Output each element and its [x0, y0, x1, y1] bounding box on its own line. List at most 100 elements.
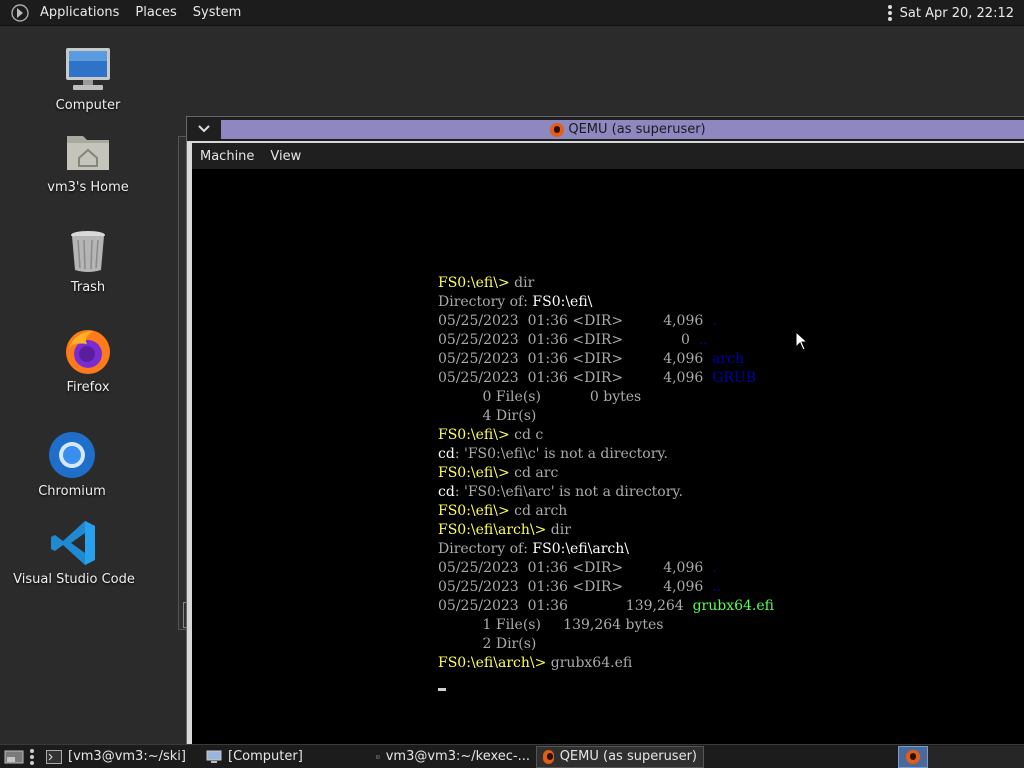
title-strip[interactable]: QEMU (as superuser) [221, 120, 1024, 139]
system-menu[interactable]: System [185, 0, 249, 26]
view-menu[interactable]: View [262, 149, 309, 164]
panel-menu-icon[interactable] [887, 5, 892, 21]
console-segment: .. [698, 332, 708, 348]
console-line: FS0:\efi\> cd c [438, 426, 774, 445]
places-menu[interactable]: Places [127, 0, 184, 26]
desktop-icon-firefox[interactable]: Firefox [28, 326, 148, 395]
taskbar-task-computer[interactable]: [Computer] [200, 746, 370, 768]
qemu-menubar: Machine View [192, 143, 1024, 169]
console-segment: 2 Dir(s) [438, 636, 537, 652]
mouse-pointer-icon [795, 331, 809, 351]
console-segment: FS0:\efi\ [532, 294, 593, 310]
vm-display[interactable]: FS0:\efi\> dir Directory of: FS0:\efi\ 05/… [192, 169, 1024, 747]
vscode-icon [49, 518, 99, 568]
firefox-icon [63, 326, 113, 376]
trash-icon [63, 226, 113, 276]
terminal-icon [376, 754, 380, 759]
console-segment: 05/25/2023 01:36 <DIR> 0 [438, 332, 699, 348]
console-line: cd: 'FS0:\efi\c' is not a directory. [438, 445, 774, 464]
console-segment: 0 File(s) 0 bytes [438, 389, 642, 405]
computer-icon [206, 750, 222, 763]
console-segment: 05/25/2023 01:36 <DIR> 4,096 [438, 560, 713, 576]
desktop-icon-label: vm3's Home [47, 180, 129, 195]
desktop-icon-label: Chromium [38, 484, 106, 499]
desktop-icon-trash[interactable]: Trash [28, 226, 148, 295]
console-line: 05/25/2023 01:36 <DIR> 4,096 GRUB [438, 369, 774, 388]
console-line: Directory of: FS0:\efi\arch\ [438, 540, 774, 559]
taskbar-task-terminal-ski[interactable]: [vm3@vm3:~/ski] [40, 746, 200, 768]
console-segment: FS0:\efi\arch\> [438, 522, 551, 538]
console-segment: : 'FS0:\efi\c' is not a directory. [454, 446, 668, 462]
applications-menu[interactable]: Applications [32, 0, 127, 26]
home-folder-icon [63, 126, 113, 176]
taskbar-task-qemu[interactable]: QEMU (as superuser) [536, 745, 704, 768]
taskbar-task-terminal-kexec[interactable]: vm3@vm3:~/kexec-... [370, 746, 536, 768]
desktop-icon-home[interactable]: vm3's Home [28, 126, 148, 195]
qemu-icon [543, 749, 554, 764]
console-segment: .. [712, 579, 722, 595]
taskbar-task-label: [Computer] [228, 749, 303, 764]
console-segment: grubx64.efi [692, 598, 775, 614]
desktop-icon-label: Firefox [66, 380, 110, 395]
console-line: FS0:\efi\> cd arch [438, 502, 774, 521]
console-line: cd: 'FS0:\efi\arc' is not a directory. [438, 483, 774, 502]
desktop-icon-vscode[interactable]: Visual Studio Code [13, 518, 135, 587]
console-line: 05/25/2023 01:36 <DIR> 4,096 .. [438, 578, 774, 597]
console-segment: Directory of: [438, 541, 533, 557]
text-cursor [438, 688, 446, 691]
desktop-icon-label: Visual Studio Code [13, 572, 135, 587]
taskbar-task-label: [vm3@vm3:~/ski] [68, 749, 186, 764]
taskbar-handle-icon[interactable] [30, 748, 36, 765]
console-segment: 05/25/2023 01:36 <DIR> 4,096 [438, 370, 713, 386]
qemu-icon [906, 750, 920, 764]
workspace-switcher-1[interactable] [898, 746, 928, 768]
console-line: 05/25/2023 01:36 <DIR> 0 .. [438, 331, 774, 350]
desktop-icon-label: Computer [55, 98, 121, 113]
console-segment: cd arc [514, 465, 559, 481]
console-segment: cd arch [514, 503, 568, 519]
console-segment: FS0:\efi\> [438, 465, 515, 481]
top-panel: Applications Places System Sat Apr 20, 2… [0, 0, 1024, 26]
console-segment: : 'FS0:\efi\arc' is not a directory. [454, 484, 683, 500]
console-segment: FS0:\efi\> [438, 427, 515, 443]
uefi-shell-console[interactable]: FS0:\efi\> dir Directory of: FS0:\efi\ 05/… [438, 274, 774, 673]
console-line: 2 Dir(s) [438, 635, 774, 654]
console-line: 05/25/2023 01:36 <DIR> 4,096 . [438, 312, 774, 331]
clock[interactable]: Sat Apr 20, 22:12 [900, 6, 1014, 21]
taskbar-task-label: vm3@vm3:~/kexec-... [385, 749, 530, 764]
console-line: 4 Dir(s) [438, 407, 774, 426]
console-segment: FS0:\efi\arch\> [438, 655, 551, 671]
console-line: 05/25/2023 01:36 <DIR> 4,096 . [438, 559, 774, 578]
desktop-icon-chromium[interactable]: Chromium [12, 430, 132, 499]
console-line: 05/25/2023 01:36 139,264 grubx64.efi [438, 597, 774, 616]
desktop-icon-label: Trash [70, 280, 106, 295]
console-segment: 1 File(s) 139,264 bytes [438, 617, 664, 633]
console-segment: . [712, 313, 717, 329]
bottom-taskbar: [vm3@vm3:~/ski] [Computer] vm3@vm3:~/kex… [0, 744, 1024, 768]
console-segment: FS0:\efi\arch\ [532, 541, 630, 557]
console-segment: . [712, 560, 717, 576]
console-line: FS0:\efi\> cd arc [438, 464, 774, 483]
show-desktop-icon[interactable] [2, 746, 26, 768]
gnome-foot-icon[interactable] [8, 0, 32, 26]
console-line: 05/25/2023 01:36 <DIR> 4,096 arch [438, 350, 774, 369]
console-line: 0 File(s) 0 bytes [438, 388, 774, 407]
chromium-icon [47, 430, 97, 480]
console-segment: dir [514, 275, 535, 291]
window-titlebar[interactable]: QEMU (as superuser) [187, 117, 1024, 141]
workspace-switcher-2[interactable] [928, 746, 1024, 768]
machine-menu[interactable]: Machine [192, 149, 262, 164]
qemu-icon [550, 122, 565, 137]
console-segment: GRUB [712, 370, 756, 386]
console-line: FS0:\efi\> dir [438, 274, 774, 293]
console-segment: dir [550, 522, 571, 538]
console-segment: 05/25/2023 01:36 139,264 [438, 598, 693, 614]
console-segment: Directory of: [438, 294, 533, 310]
desktop-icon-computer[interactable]: Computer [28, 44, 148, 113]
window-menu-chevron-down-icon[interactable] [187, 117, 221, 141]
console-segment: grubx64.efi [550, 655, 633, 671]
terminal-icon [46, 749, 62, 764]
console-segment: 05/25/2023 01:36 <DIR> 4,096 [438, 579, 713, 595]
console-segment: 4 Dir(s) [438, 408, 537, 424]
console-segment: 05/25/2023 01:36 <DIR> 4,096 [438, 351, 713, 367]
